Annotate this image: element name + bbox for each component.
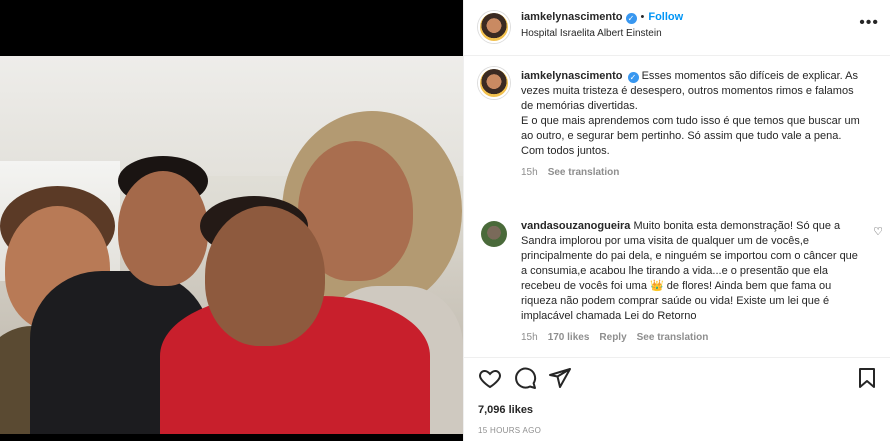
comment-reply-button[interactable]: Reply xyxy=(599,332,626,343)
post-photo[interactable] xyxy=(0,56,463,434)
bookmark-icon[interactable] xyxy=(855,366,879,390)
post-actions: 7,096 likes 15 HOURS AGO xyxy=(464,357,890,441)
post-side-panel: iamkelynascimento ✓ • Follow Hospital Israe… xyxy=(463,0,890,441)
author-username[interactable]: iamkelynascimento xyxy=(521,11,623,23)
comment-bubble-icon[interactable] xyxy=(513,366,537,390)
post-caption: iamkelynascimento ✓ Esses momentos são di… xyxy=(521,69,866,180)
verified-badge-icon: ✓ xyxy=(627,72,639,83)
post-media-panel xyxy=(0,0,463,441)
caption-text-2: E o que mais aprendemos com tudo isso é … xyxy=(521,115,860,142)
caption-author-avatar[interactable] xyxy=(478,67,510,99)
more-options-icon[interactable]: ••• xyxy=(859,14,879,32)
caption-username[interactable]: iamkelynascimento xyxy=(521,70,623,82)
comment-meta: 15h 170 likes Reply See translation xyxy=(521,330,866,345)
caption-meta: 15h See translation xyxy=(521,165,866,180)
caption-age: 15h xyxy=(521,167,538,178)
verified-badge-icon: ✓ xyxy=(625,13,637,24)
caption-see-translation[interactable]: See translation xyxy=(548,167,620,178)
photo-person-2-face xyxy=(118,171,208,286)
caption-text-3: Com todos juntos. xyxy=(521,145,610,157)
comment-like-icon[interactable]: ♡ xyxy=(873,225,883,238)
post-header-title: iamkelynascimento ✓ • Follow xyxy=(521,11,683,24)
commenter-username[interactable]: vandasouzanogueira xyxy=(521,220,630,232)
likes-count[interactable]: 7,096 likes xyxy=(478,404,533,416)
follow-button[interactable]: Follow xyxy=(648,11,683,23)
heart-icon[interactable] xyxy=(478,366,502,390)
paper-plane-icon[interactable] xyxy=(548,366,572,390)
photo-person-3-face xyxy=(205,206,325,346)
comment-likes[interactable]: 170 likes xyxy=(548,332,590,343)
comment-age: 15h xyxy=(521,332,538,343)
post-header: iamkelynascimento ✓ • Follow Hospital Israe… xyxy=(464,0,890,56)
comment-see-translation[interactable]: See translation xyxy=(637,332,709,343)
comment-item: vandasouzanogueira Muito bonita esta dem… xyxy=(521,219,866,345)
commenter-avatar[interactable] xyxy=(481,221,507,247)
comments-section: iamkelynascimento ✓ Esses momentos são di… xyxy=(464,57,890,357)
instagram-post-view: iamkelynascimento ✓ • Follow Hospital Israe… xyxy=(0,0,890,441)
separator-dot: • xyxy=(640,11,645,23)
post-timestamp: 15 HOURS AGO xyxy=(478,426,542,435)
comment-text: Muito bonita esta demonstração! Só que a… xyxy=(521,220,858,322)
post-location[interactable]: Hospital Israelita Albert Einstein xyxy=(521,28,662,39)
author-avatar[interactable] xyxy=(478,11,510,43)
